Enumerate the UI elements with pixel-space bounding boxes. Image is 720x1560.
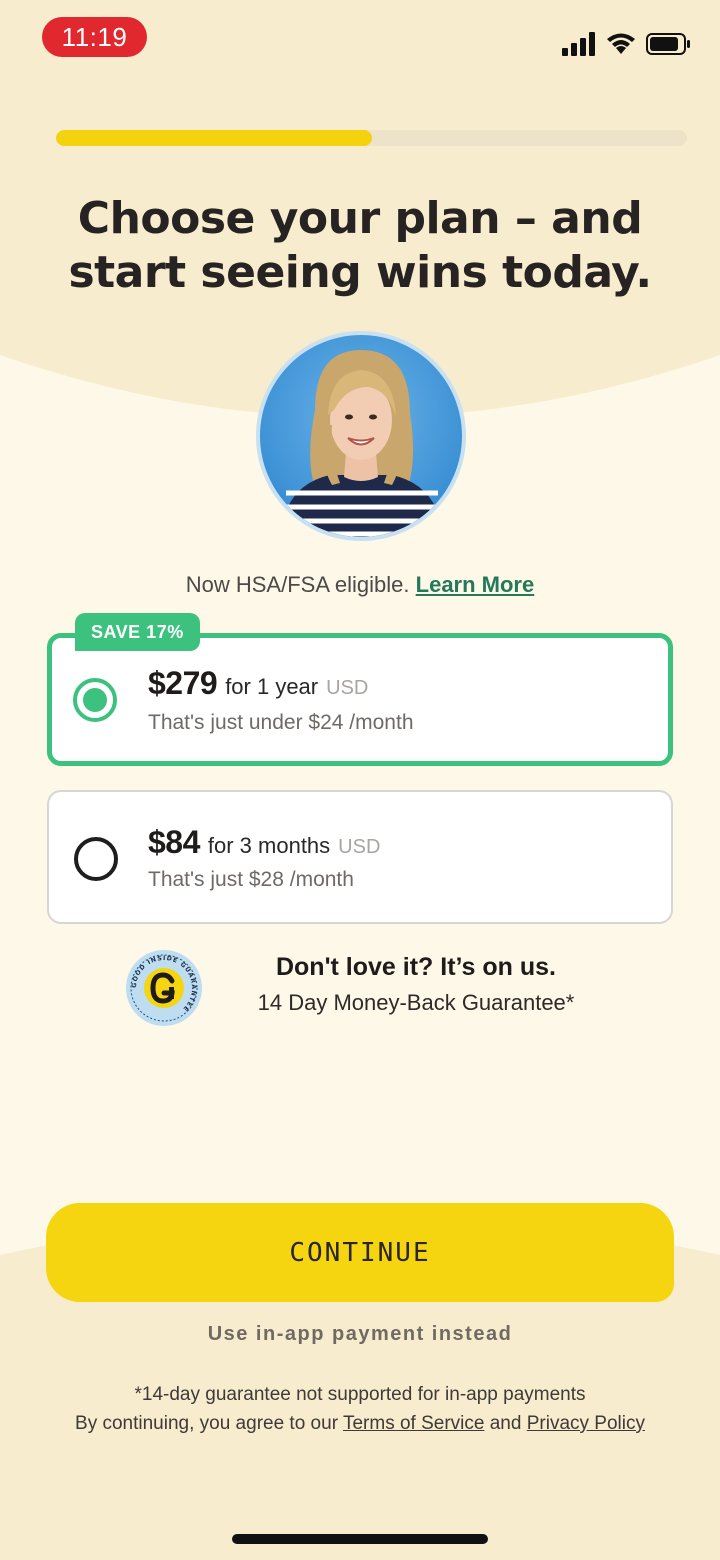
terms-link[interactable]: Terms of Service: [343, 1413, 484, 1434]
plan-period: for 1 year: [225, 674, 319, 699]
status-icons: [562, 30, 692, 58]
progress-bar: [56, 130, 687, 146]
wifi-icon: [607, 33, 635, 54]
plan-period: for 3 months: [207, 833, 331, 858]
plan-subtext: That's just under $24 /month: [148, 711, 414, 734]
guarantee-title: Don't love it? It’s on us.: [275, 953, 557, 981]
plan-price: $279: [148, 665, 218, 701]
progress-bar-fill: [56, 130, 372, 146]
in-app-payment-link[interactable]: Use in-app payment instead: [0, 1323, 720, 1346]
agree-prefix: By continuing, you agree to our: [75, 1413, 339, 1434]
plan-option-annual[interactable]: $279 for 1 year USD That's just under $2…: [47, 633, 673, 766]
status-time: 11:19: [42, 17, 147, 57]
privacy-link[interactable]: Privacy Policy: [527, 1413, 645, 1434]
page-title: Choose your plan – and start seeing wins…: [68, 193, 652, 298]
hsa-text: Now HSA/FSA eligible.: [185, 572, 410, 597]
radio-selected-icon[interactable]: [73, 678, 117, 722]
guarantee-note: *14-day guarantee not supported for in-a…: [134, 1384, 586, 1405]
plan-currency: USD: [326, 677, 369, 699]
radio-unselected-icon[interactable]: [74, 837, 118, 881]
guarantee-subtitle: 14 Day Money-Back Guarantee*: [257, 990, 575, 1015]
hsa-eligibility: Now HSA/FSA eligible. Learn More: [0, 572, 720, 598]
avatar-photo: [256, 331, 466, 541]
plan-currency: USD: [338, 836, 381, 858]
cellular-signal-icon: [562, 32, 595, 56]
and-text: and: [489, 1413, 522, 1434]
legal-text: *14-day guarantee not supported for in-a…: [50, 1380, 670, 1438]
battery-icon: [646, 33, 690, 55]
agreement-line: By continuing, you agree to our Terms of…: [50, 1409, 670, 1438]
guarantee-seal-icon: GOOD INSIDE GUARANTEE: [126, 950, 202, 1026]
continue-button[interactable]: CONTINUE: [46, 1203, 674, 1302]
home-indicator: [232, 1534, 488, 1544]
learn-more-link[interactable]: Learn More: [416, 572, 535, 597]
save-badge: SAVE 17%: [75, 613, 200, 651]
plan-option-quarterly[interactable]: $84 for 3 months USD That's just $28 /mo…: [47, 790, 673, 924]
plan-price-line: $279 for 1 year USD: [148, 665, 368, 702]
plan-price-line: $84 for 3 months USD: [148, 824, 380, 861]
plan-subtext: That's just $28 /month: [148, 868, 354, 891]
person-illustration: [260, 335, 462, 537]
plan-price: $84: [148, 824, 200, 860]
